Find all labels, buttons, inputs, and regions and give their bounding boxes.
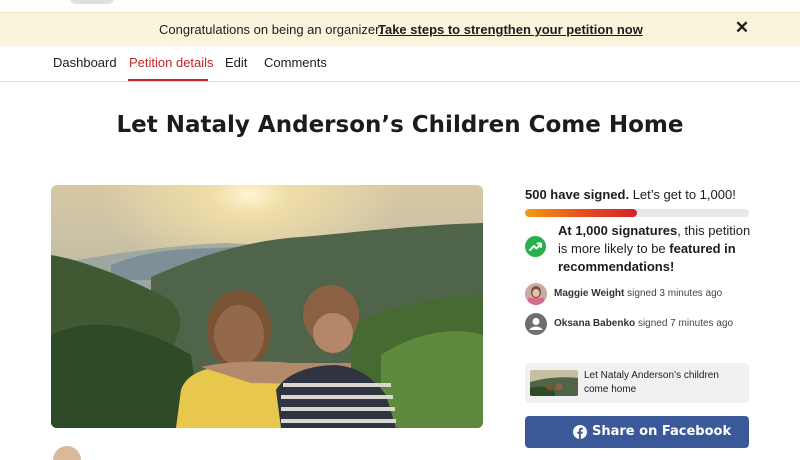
share-card-text: Let Nataly Anderson’s children come home bbox=[584, 370, 719, 395]
avatar bbox=[525, 313, 547, 335]
trending-up-icon bbox=[525, 236, 546, 257]
promo-milestone: At 1,000 signatures bbox=[558, 223, 678, 238]
share-on-facebook-button[interactable]: Share on Facebook bbox=[525, 416, 749, 448]
share-thumbnail bbox=[530, 370, 578, 396]
signer-name: Maggie Weight bbox=[554, 288, 625, 299]
top-strip bbox=[0, 0, 800, 12]
facebook-icon bbox=[573, 425, 587, 439]
organizer-banner: Congratulations on being an organizer. T… bbox=[0, 12, 800, 46]
signer-action: signed 7 minutes ago bbox=[637, 318, 734, 329]
recent-signer: Oksana Babenko signed 7 minutes ago bbox=[525, 313, 755, 335]
close-icon[interactable]: ✕ bbox=[734, 19, 750, 37]
tab-edit[interactable]: Edit bbox=[225, 55, 247, 70]
petition-tabs: Dashboard Petition details Edit Comments bbox=[0, 45, 800, 82]
avatar bbox=[525, 283, 547, 305]
signer-name: Oksana Babenko bbox=[554, 318, 636, 329]
recent-signer: Maggie Weight signed 3 minutes ago bbox=[525, 283, 755, 305]
signature-count: 500 have signed. Let’s get to 1,000! bbox=[525, 187, 736, 202]
tab-dashboard[interactable]: Dashboard bbox=[53, 55, 117, 70]
facebook-button-label: Share on Facebook bbox=[592, 424, 732, 439]
banner-cta-link[interactable]: Take steps to strengthen your petition n… bbox=[378, 22, 643, 37]
progress-fill bbox=[525, 209, 637, 217]
share-preview-card[interactable]: Let Nataly Anderson’s children come home bbox=[525, 363, 749, 403]
active-tab-indicator bbox=[128, 79, 208, 81]
recommendation-promo: At 1,000 signatures, this petition is mo… bbox=[558, 222, 758, 276]
page-title: Let Nataly Anderson’s Children Come Home bbox=[116, 112, 684, 138]
organizer-avatar bbox=[53, 446, 81, 460]
signature-goal-text: Let’s get to 1,000! bbox=[632, 187, 736, 202]
signer-action: signed 3 minutes ago bbox=[627, 288, 723, 299]
petition-hero-image bbox=[51, 185, 483, 428]
banner-message: Congratulations on being an organizer. bbox=[159, 22, 383, 37]
tab-comments[interactable]: Comments bbox=[264, 55, 327, 70]
header-fragment bbox=[70, 0, 114, 4]
signature-progress-bar bbox=[525, 209, 749, 217]
signed-count-text: 500 have signed. bbox=[525, 187, 630, 202]
tab-petition-details[interactable]: Petition details bbox=[129, 55, 214, 70]
